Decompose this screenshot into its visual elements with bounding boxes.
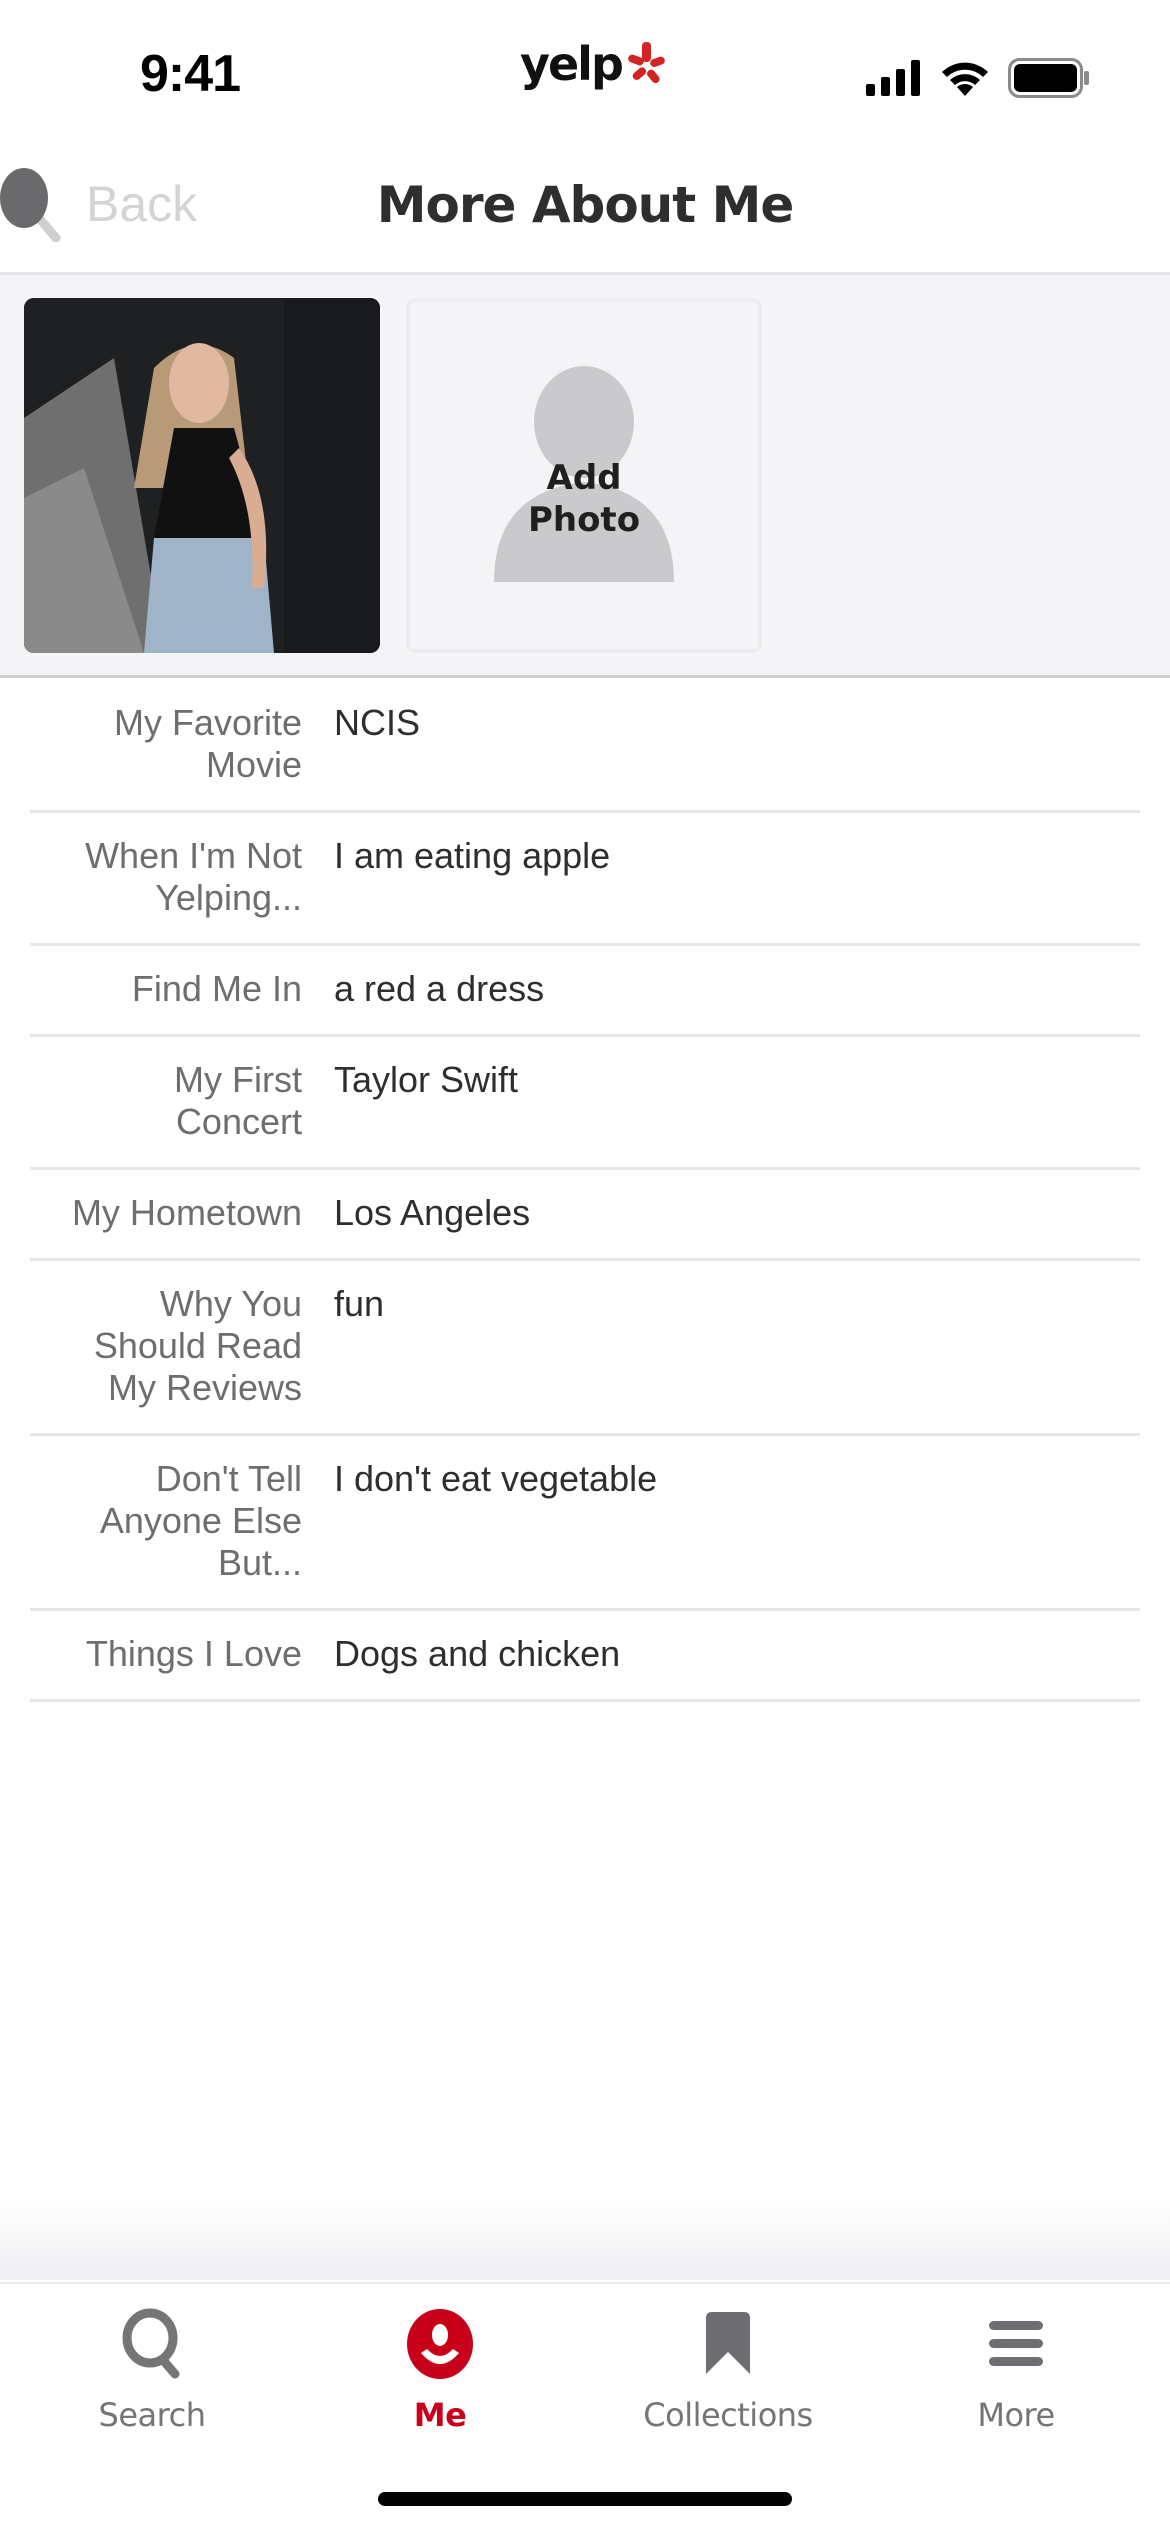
wifi-icon — [942, 62, 988, 96]
tab-me[interactable]: Me — [330, 2304, 550, 2434]
add-photo-label: Add Photo — [410, 457, 758, 541]
tab-collections[interactable]: Collections — [618, 2304, 838, 2434]
detail-label: Don't Tell Anyone Else But... — [99, 1458, 302, 1583]
detail-label: Things I Love — [85, 1633, 302, 1674]
detail-value: I am eating apple — [334, 835, 611, 876]
detail-label: When I'm Not Yelping... — [85, 835, 302, 918]
detail-row-dont-tell: Don't Tell Anyone Else But... I don't ea… — [30, 1436, 1140, 1611]
detail-row-things-i-love: Things I Love Dogs and chicken — [30, 1611, 1140, 1702]
detail-value: Taylor Swift — [334, 1059, 519, 1100]
detail-row-find-me-in: Find Me In a red a dress — [30, 946, 1140, 1037]
tab-search[interactable]: Search — [42, 2304, 262, 2434]
search-icon — [122, 2308, 180, 2379]
home-indicator[interactable] — [378, 2492, 792, 2506]
add-photo-button[interactable]: Add Photo — [406, 298, 762, 653]
tab-more-label: More — [977, 2396, 1055, 2434]
detail-label: Why You Should Read My Reviews — [93, 1283, 302, 1408]
battery-icon — [1008, 58, 1089, 98]
bookmark-icon — [706, 2312, 750, 2374]
details-list: My Favorite Movie NCIS When I'm Not Yelp… — [30, 680, 1140, 1702]
photo-strip: Add Photo — [0, 275, 1170, 678]
detail-value: Los Angeles — [334, 1192, 531, 1233]
yelp-logo: yelp — [520, 34, 666, 94]
detail-label: My First Concert — [174, 1059, 302, 1142]
yelp-wordmark: yelp — [520, 37, 624, 91]
detail-row-not-yelping: When I'm Not Yelping... I am eating appl… — [30, 813, 1140, 946]
add-photo-label-line1: Add — [546, 458, 622, 498]
signal-icon — [866, 60, 920, 96]
tab-more[interactable]: More — [906, 2304, 1126, 2434]
status-bar: 9:41 yelp — [0, 0, 1170, 150]
status-icons — [866, 58, 1090, 98]
me-icon — [407, 2309, 473, 2379]
detail-value: a red a dress — [334, 968, 545, 1009]
detail-value: fun — [334, 1283, 385, 1324]
user-photo[interactable] — [24, 298, 380, 653]
detail-value: NCIS — [334, 702, 421, 743]
nav-header: Back More About Me — [0, 150, 1170, 275]
tab-bar-shadow — [0, 2200, 1170, 2280]
detail-label: My Favorite Movie — [113, 702, 302, 785]
yelp-burst-icon — [628, 42, 665, 84]
detail-row-hometown: My Hometown Los Angeles — [30, 1170, 1140, 1261]
detail-row-why-read-reviews: Why You Should Read My Reviews fun — [30, 1261, 1140, 1436]
add-photo-label-line2: Photo — [527, 500, 641, 540]
menu-icon — [989, 2321, 1043, 2366]
detail-label: Find Me In — [131, 968, 302, 1009]
detail-value: Dogs and chicken — [334, 1633, 621, 1674]
status-time: 9:41 — [140, 45, 241, 103]
page-title: More About Me — [376, 176, 795, 234]
detail-row-first-concert: My First Concert Taylor Swift — [30, 1037, 1140, 1170]
tab-search-label: Search — [98, 2396, 206, 2434]
tab-collections-label: Collections — [643, 2396, 813, 2434]
user-photo-image — [24, 298, 380, 653]
detail-row-favorite-movie: My Favorite Movie NCIS — [30, 680, 1140, 813]
detail-value: I don't eat vegetable — [334, 1458, 658, 1499]
detail-label: My Hometown — [71, 1192, 302, 1233]
tab-me-label: Me — [413, 2396, 467, 2434]
